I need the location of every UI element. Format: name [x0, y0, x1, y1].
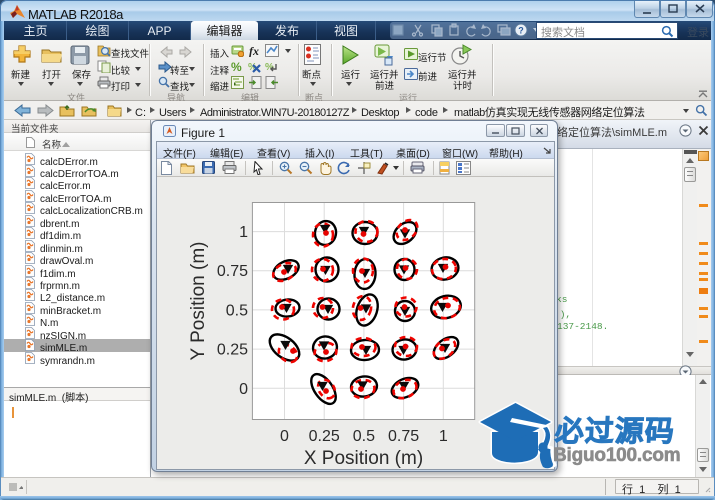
svg-text:0.25: 0.25 — [309, 428, 340, 445]
svg-text:Y Position (m): Y Position (m) — [188, 242, 209, 361]
svg-text:0.25: 0.25 — [217, 342, 248, 359]
svg-text:1: 1 — [439, 428, 448, 445]
svg-text:0.75: 0.75 — [388, 428, 419, 445]
svg-text:%: % — [231, 60, 242, 73]
svg-text:0.5: 0.5 — [226, 302, 248, 319]
svg-text:fx: fx — [249, 44, 259, 57]
svg-text:0: 0 — [280, 428, 289, 445]
svg-text:0.75: 0.75 — [217, 263, 248, 280]
svg-text:0.5: 0.5 — [353, 428, 375, 445]
svg-text:1: 1 — [239, 224, 248, 241]
svg-text:0: 0 — [239, 381, 248, 398]
svg-text:X Position (m): X Position (m) — [304, 448, 423, 469]
svg-text:?: ? — [518, 26, 524, 36]
